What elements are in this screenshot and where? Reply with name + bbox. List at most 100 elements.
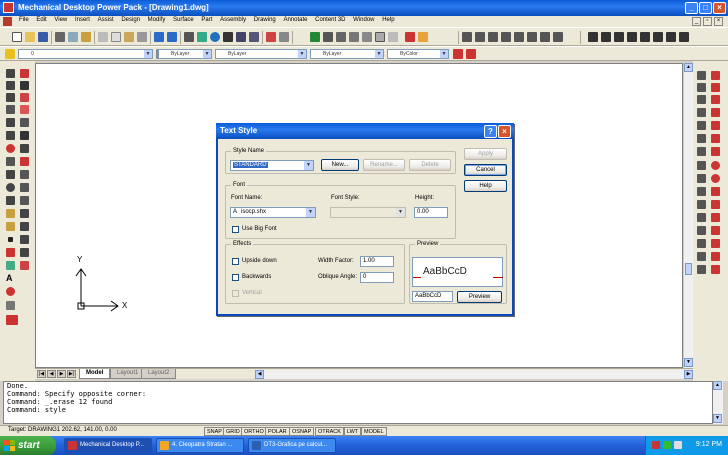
- help-button[interactable]: Help: [464, 180, 507, 192]
- plotstyle-combo[interactable]: ByColor ▼: [387, 49, 449, 59]
- view-front-icon[interactable]: [711, 83, 720, 92]
- otrack-toggle[interactable]: OTRACK: [315, 427, 344, 436]
- drawing-vertical-scrollbar[interactable]: ▲ ▼: [683, 63, 693, 368]
- fillet-icon[interactable]: [20, 248, 29, 257]
- pan-icon[interactable]: [184, 32, 194, 42]
- region-icon[interactable]: [6, 261, 15, 270]
- ellipse-icon[interactable]: [6, 183, 15, 192]
- ucs-icon[interactable]: [697, 71, 706, 80]
- zoom-in-icon[interactable]: [514, 32, 524, 42]
- new-style-button[interactable]: New...: [321, 159, 359, 171]
- copy-object-icon[interactable]: [20, 81, 29, 90]
- osnap-endpoint-icon[interactable]: [697, 161, 706, 170]
- make-block-icon[interactable]: [6, 222, 15, 231]
- menu-content3d[interactable]: Content 3D: [312, 17, 348, 23]
- lineweight-combo[interactable]: ByLayer ▼: [310, 49, 384, 59]
- tray-network-icon[interactable]: [663, 441, 671, 449]
- undo-icon[interactable]: [154, 32, 164, 42]
- menu-drawing[interactable]: Drawing: [251, 17, 279, 23]
- sheet-set-icon[interactable]: [249, 32, 259, 42]
- markup-icon[interactable]: [266, 32, 276, 42]
- rotate-icon[interactable]: [20, 144, 29, 153]
- apply-button[interactable]: Apply: [464, 148, 507, 160]
- vertical-checkbox[interactable]: [232, 290, 239, 297]
- circle-icon[interactable]: [6, 144, 15, 153]
- dim-update-icon[interactable]: [711, 265, 720, 274]
- zoom-icon[interactable]: [197, 32, 207, 42]
- zoom-dynamic-icon[interactable]: [475, 32, 485, 42]
- leader-icon[interactable]: [679, 32, 689, 42]
- menu-assembly[interactable]: Assembly: [217, 17, 249, 23]
- layer-state-icon[interactable]: [453, 49, 463, 59]
- offset-icon[interactable]: [20, 105, 29, 114]
- maximize-button[interactable]: □: [699, 2, 712, 14]
- line-icon[interactable]: [6, 69, 15, 78]
- zoom-window-icon[interactable]: [462, 32, 472, 42]
- dim-ordinate-icon[interactable]: [614, 32, 624, 42]
- tab-next-icon[interactable]: ▶: [57, 370, 66, 378]
- dim-baseline-icon[interactable]: [653, 32, 663, 42]
- zoom-realtime-icon[interactable]: [210, 32, 220, 42]
- polar-toggle[interactable]: POLAR: [265, 427, 290, 436]
- constraint-icon[interactable]: [362, 32, 372, 42]
- save-icon[interactable]: [38, 32, 48, 42]
- zoom-extents-icon[interactable]: [553, 32, 563, 42]
- feature-icon[interactable]: [349, 32, 359, 42]
- style-name-select[interactable]: STANDARD ▼: [230, 160, 314, 171]
- menu-window[interactable]: Window: [350, 17, 377, 23]
- dim-radius-icon[interactable]: [627, 32, 637, 42]
- help-icon[interactable]: [405, 32, 415, 42]
- arc-icon[interactable]: [6, 131, 15, 140]
- osnap-node-icon[interactable]: [697, 213, 706, 222]
- match-properties-icon[interactable]: [137, 32, 147, 42]
- color-combo[interactable]: ByLayer ▼: [158, 49, 212, 59]
- join-icon[interactable]: [20, 222, 29, 231]
- tray-antivirus-icon[interactable]: [652, 441, 660, 449]
- menu-insert[interactable]: Insert: [72, 17, 93, 23]
- dim-continue-icon[interactable]: [666, 32, 676, 42]
- menu-annotate[interactable]: Annotate: [280, 17, 310, 23]
- view-back-icon[interactable]: [711, 108, 720, 117]
- erase-icon[interactable]: [20, 69, 29, 78]
- orbit-icon[interactable]: [711, 121, 720, 130]
- hatch-icon[interactable]: [6, 248, 15, 257]
- print-preview-icon[interactable]: [68, 32, 78, 42]
- backwards-checkbox[interactable]: [232, 274, 239, 281]
- layer-combo[interactable]: 0 ▼: [18, 49, 153, 59]
- view-right-icon[interactable]: [711, 95, 720, 104]
- taskbar-item-dt3[interactable]: DT3-Grafica pe calcul...: [248, 438, 336, 453]
- osnap-tracking-icon[interactable]: [711, 239, 720, 248]
- height-input[interactable]: 0.00: [414, 207, 448, 218]
- zoom-out-icon[interactable]: [527, 32, 537, 42]
- command-window[interactable]: Done. Command: Specify opposite corner: …: [3, 381, 713, 424]
- shade-icon[interactable]: [697, 134, 706, 143]
- taskbar-item-cleopatra[interactable]: 4. Cleopatra Stratan ...: [156, 438, 244, 453]
- help-icon[interactable]: ?: [484, 125, 497, 138]
- new-icon[interactable]: [12, 32, 22, 42]
- zoom-center-icon[interactable]: [501, 32, 511, 42]
- mtext-icon[interactable]: A: [6, 274, 15, 283]
- menu-part[interactable]: Part: [198, 17, 215, 23]
- zoom-all-icon[interactable]: [540, 32, 550, 42]
- dim-linear-icon[interactable]: [588, 32, 598, 42]
- app-icon[interactable]: [3, 2, 14, 13]
- osnap-intersection-icon[interactable]: [697, 187, 706, 196]
- view-left-icon[interactable]: [697, 95, 706, 104]
- copy-icon[interactable]: [111, 32, 121, 42]
- mirror-icon[interactable]: [20, 93, 29, 102]
- lwt-toggle[interactable]: LWT: [344, 427, 362, 436]
- dim-aligned-icon[interactable]: [601, 32, 611, 42]
- rename-style-button[interactable]: Rename...: [363, 159, 405, 171]
- spline-icon[interactable]: [6, 170, 15, 179]
- paste-icon[interactable]: [124, 32, 134, 42]
- model-toggle[interactable]: MODEL: [361, 427, 387, 436]
- osnap-tangent-icon[interactable]: [711, 187, 720, 196]
- scale-icon[interactable]: [20, 157, 29, 166]
- font-style-select[interactable]: ▼: [330, 207, 406, 218]
- command-scrollbar[interactable]: ▲ ▼: [713, 381, 723, 424]
- osnap-insertion-icon[interactable]: [711, 213, 720, 222]
- osnap-nearest-icon[interactable]: [697, 226, 706, 235]
- osnap-apparent-icon[interactable]: [711, 252, 720, 261]
- redo-icon[interactable]: [167, 32, 177, 42]
- osnap-toggle[interactable]: OSNAP: [289, 427, 315, 436]
